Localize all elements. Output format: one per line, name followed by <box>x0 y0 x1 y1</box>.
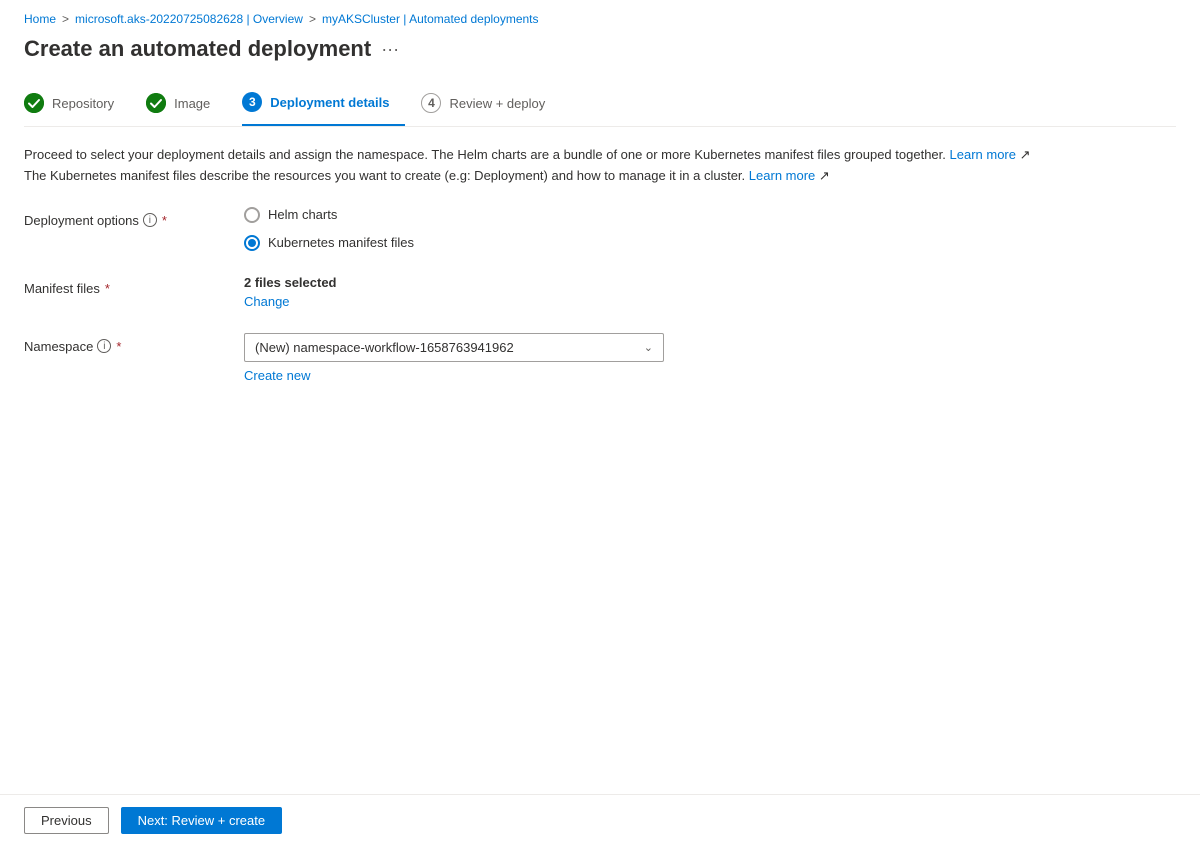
breadcrumb-cluster[interactable]: myAKSCluster | Automated deployments <box>322 12 539 26</box>
namespace-row: Namespace i * (New) namespace-workflow-1… <box>24 333 1176 383</box>
namespace-label-col: Namespace i * <box>24 333 244 354</box>
page-title-row: Create an automated deployment ··· <box>24 36 1176 62</box>
deployment-options-label: Deployment options <box>24 213 139 228</box>
manifest-files-controls: 2 files selected Change <box>244 275 1176 309</box>
breadcrumb-aks[interactable]: microsoft.aks-20220725082628 | Overview <box>75 12 303 26</box>
step-3-label: Deployment details <box>270 95 389 110</box>
desc-line1-prefix: Proceed to select your deployment detail… <box>24 147 491 162</box>
deployment-form: Deployment options i * Helm charts Kuber… <box>24 207 1176 383</box>
step-1-circle <box>24 93 44 113</box>
step-3-circle: 3 <box>242 92 262 112</box>
files-selected-text: 2 files selected <box>244 275 337 290</box>
radio-kubernetes-input[interactable] <box>244 235 260 251</box>
footer: Previous Next: Review + create <box>0 794 1200 846</box>
step-4-circle: 4 <box>421 93 441 113</box>
deployment-options-controls: Helm charts Kubernetes manifest files <box>244 207 1176 251</box>
radio-group-deployment: Helm charts Kubernetes manifest files <box>244 207 1176 251</box>
create-new-namespace-link[interactable]: Create new <box>244 368 1176 383</box>
next-button[interactable]: Next: Review + create <box>121 807 283 834</box>
change-files-link[interactable]: Change <box>244 294 1176 309</box>
page-title: Create an automated deployment <box>24 36 371 62</box>
deployment-options-info-icon[interactable]: i <box>143 213 157 227</box>
step-repository[interactable]: Repository <box>24 83 130 125</box>
namespace-dropdown[interactable]: (New) namespace-workflow-1658763941962 ⌄ <box>244 333 664 362</box>
desc-charts-word: charts <box>491 147 526 162</box>
radio-kubernetes-label: Kubernetes manifest files <box>268 235 414 250</box>
learn-more-link-1[interactable]: Learn more <box>950 147 1016 162</box>
wizard-steps: Repository Image 3 Deployment details 4 … <box>24 82 1176 127</box>
step-4-label: Review + deploy <box>449 96 545 111</box>
manifest-files-label: Manifest files <box>24 281 100 296</box>
manifest-files-row: Manifest files * 2 files selected Change <box>24 275 1176 309</box>
namespace-label: Namespace <box>24 339 93 354</box>
desc-line1-suffix: are a bundle of one or more Kubernetes m… <box>527 147 946 162</box>
deployment-options-label-col: Deployment options i * <box>24 207 244 228</box>
previous-button[interactable]: Previous <box>24 807 109 834</box>
namespace-info-icon[interactable]: i <box>97 339 111 353</box>
step-1-label: Repository <box>52 96 114 111</box>
namespace-controls: (New) namespace-workflow-1658763941962 ⌄… <box>244 333 1176 383</box>
page-menu-icon[interactable]: ··· <box>381 39 399 60</box>
step-2-circle <box>146 93 166 113</box>
deployment-options-required: * <box>162 213 167 228</box>
desc-line2-prefix: The Kubernetes manifest files describe t… <box>24 168 745 183</box>
radio-helm-charts[interactable]: Helm charts <box>244 207 1176 223</box>
learn-more-link-2[interactable]: Learn more <box>749 168 815 183</box>
breadcrumb: Home > microsoft.aks-20220725082628 | Ov… <box>24 12 1176 26</box>
manifest-files-label-col: Manifest files * <box>24 275 244 296</box>
description-text: Proceed to select your deployment detail… <box>24 145 1176 187</box>
step-deployment-details[interactable]: 3 Deployment details <box>242 82 405 126</box>
step-image[interactable]: Image <box>146 83 226 125</box>
radio-helm-label: Helm charts <box>268 207 337 222</box>
breadcrumb-home[interactable]: Home <box>24 12 56 26</box>
radio-kubernetes-manifest[interactable]: Kubernetes manifest files <box>244 235 1176 251</box>
manifest-files-required: * <box>105 281 110 296</box>
namespace-required: * <box>116 339 121 354</box>
namespace-selected-value: (New) namespace-workflow-1658763941962 <box>255 340 514 355</box>
radio-helm-input[interactable] <box>244 207 260 223</box>
step-review-deploy[interactable]: 4 Review + deploy <box>421 83 561 125</box>
chevron-down-icon: ⌄ <box>644 341 653 354</box>
deployment-options-row: Deployment options i * Helm charts Kuber… <box>24 207 1176 251</box>
step-2-label: Image <box>174 96 210 111</box>
